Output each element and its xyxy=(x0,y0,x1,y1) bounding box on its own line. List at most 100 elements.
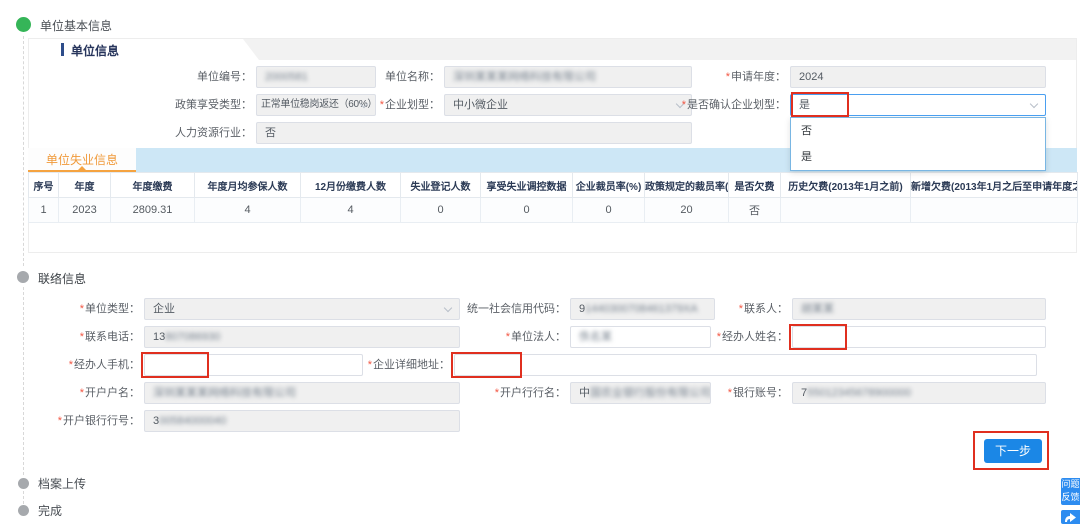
bank-no-masked-value: 00584000040 xyxy=(159,415,226,427)
contact-phone-prefix: 13 xyxy=(153,331,165,343)
table-header-row: 序号 年度 年度缴费 年度月均参保人数 12月份缴费人数 失业登记人数 享受失业… xyxy=(29,173,1078,198)
cell-registered-unemployed: 0 xyxy=(401,198,481,223)
col-layoff-rate: 企业裁员率(%) xyxy=(573,173,645,198)
step-label-file-upload: 档案上传 xyxy=(38,477,86,491)
step-bullet-active-icon xyxy=(16,17,31,32)
contact-person-field: 胡某某 xyxy=(792,298,1046,320)
cell-regulation-data: 0 xyxy=(481,198,573,223)
required-asterisk: * xyxy=(80,303,84,315)
timeline-connector xyxy=(23,36,24,266)
step-bullet-upload-icon xyxy=(18,478,29,489)
bank-no-field: 300584000040 xyxy=(144,410,460,432)
required-asterisk: * xyxy=(58,415,62,427)
bank-name-field: 中国农业银行股份有限公司深圳某支行 xyxy=(570,382,711,404)
tab-unit-info-label: 单位信息 xyxy=(71,42,119,59)
legal-person-label: *单位法人： xyxy=(470,326,566,348)
unemployment-table: 序号 年度 年度缴费 年度月均参保人数 12月份缴费人数 失业登记人数 享受失业… xyxy=(28,172,1078,223)
contact-phone-label: *联系电话： xyxy=(20,326,140,348)
unit-name-masked-value: 深圳某某某网络科技有限公司 xyxy=(453,71,596,83)
required-asterisk: * xyxy=(495,387,499,399)
account-name-label: *开户户名： xyxy=(20,382,140,404)
bank-account-masked-value: 55012345678900000 xyxy=(807,387,911,399)
policy-type-label: 政策享受类型： xyxy=(120,94,252,116)
step-bullet-done-icon xyxy=(18,505,29,516)
col-december-payers: 12月份缴费人数 xyxy=(301,173,401,198)
required-asterisk: * xyxy=(682,99,686,111)
chevron-down-icon xyxy=(1030,100,1038,108)
tab-unit-info[interactable]: 单位信息 xyxy=(29,39,259,60)
required-asterisk: * xyxy=(80,331,84,343)
address-input[interactable] xyxy=(454,354,1037,376)
unit-type-select: 企业 xyxy=(144,298,460,320)
col-avg-insured: 年度月均参保人数 xyxy=(195,173,301,198)
apply-year-field: 2024 xyxy=(790,66,1046,88)
credit-code-masked-value: 1440300708461379XA xyxy=(585,303,698,315)
col-index: 序号 xyxy=(29,173,59,198)
required-asterisk: * xyxy=(368,359,372,371)
contact-person-label: *联系人： xyxy=(692,298,788,320)
col-annual-payment: 年度缴费 xyxy=(111,173,195,198)
apply-year-label: *申请年度： xyxy=(690,66,786,88)
confirm-scale-select[interactable]: 是 xyxy=(790,94,1046,116)
enterprise-scale-label: *企业划型： xyxy=(344,94,440,116)
bank-name-prefix: 中 xyxy=(579,387,590,399)
contact-phone-masked-value: 807086930 xyxy=(165,331,220,343)
hr-industry-field: 否 xyxy=(256,122,692,144)
required-asterisk: * xyxy=(380,99,384,111)
unit-code-masked-value: 2000581 xyxy=(265,71,308,83)
required-asterisk: * xyxy=(726,71,730,83)
tab-accent-bar xyxy=(61,43,64,56)
bank-name-label: *开户行行名： xyxy=(458,382,566,404)
legal-person-masked-value: 佚名某 xyxy=(579,331,612,343)
cell-annual-payment: 2809.31 xyxy=(111,198,195,223)
table-row: 1 2023 2809.31 4 4 0 0 0 20 否 xyxy=(29,198,1078,223)
enterprise-scale-select: 中小微企业 xyxy=(444,94,692,116)
cell-december-payers: 4 xyxy=(301,198,401,223)
cell-layoff-rate: 0 xyxy=(573,198,645,223)
agent-name-input[interactable] xyxy=(792,326,1046,348)
cell-historic-arrears xyxy=(781,198,911,223)
bank-account-field: 755012345678900000 xyxy=(792,382,1046,404)
step-label-complete: 完成 xyxy=(38,504,62,518)
cell-arrears: 否 xyxy=(729,198,781,223)
bank-account-label: *银行账号： xyxy=(692,382,788,404)
feedback-line2: 反馈 xyxy=(1061,491,1080,504)
contact-section-title: 联络信息 xyxy=(38,270,86,287)
cell-year: 2023 xyxy=(59,198,111,223)
col-policy-layoff-rate: 政策规定的裁员率(%) xyxy=(645,173,729,198)
cell-avg-insured: 4 xyxy=(195,198,301,223)
col-regulation-data: 享受失业调控数据 xyxy=(481,173,573,198)
step-label-unit-basic-info: 单位基本信息 xyxy=(40,19,112,33)
feedback-line1: 问题 xyxy=(1061,478,1080,491)
next-step-button[interactable]: 下一步 xyxy=(984,439,1042,463)
agent-phone-label: *经办人手机： xyxy=(20,354,140,376)
credit-code-label: 统一社会信用代码： xyxy=(430,298,566,320)
col-arrears: 是否欠费 xyxy=(729,173,781,198)
required-asterisk: * xyxy=(717,331,721,343)
cell-new-arrears xyxy=(911,198,1078,223)
timeline-connector xyxy=(23,491,24,504)
contact-phone-field: 13807086930 xyxy=(144,326,460,348)
cell-policy-layoff-rate: 20 xyxy=(645,198,729,223)
hr-industry-label: 人力资源行业： xyxy=(120,122,252,144)
address-label: *企业详细地址： xyxy=(342,354,450,376)
dropdown-option-no[interactable]: 否 xyxy=(791,118,1045,144)
dropdown-option-yes[interactable]: 是 xyxy=(791,144,1045,170)
unit-code-label: 单位编号： xyxy=(120,66,252,88)
confirm-scale-label: *是否确认企业划型： xyxy=(670,94,786,116)
required-asterisk: * xyxy=(80,387,84,399)
arrow-icon xyxy=(1064,512,1077,523)
back-to-top-button[interactable] xyxy=(1061,510,1080,524)
unit-name-field: 深圳某某某网络科技有限公司 xyxy=(444,66,692,88)
unit-name-label: 单位名称： xyxy=(320,66,440,88)
agent-phone-input[interactable] xyxy=(144,354,363,376)
tab-caret-icon xyxy=(78,166,86,170)
required-asterisk: * xyxy=(728,387,732,399)
contact-person-masked-value: 胡某某 xyxy=(801,303,834,315)
agent-name-label: *经办人姓名： xyxy=(680,326,788,348)
col-year: 年度 xyxy=(59,173,111,198)
col-registered-unemployed: 失业登记人数 xyxy=(401,173,481,198)
bank-no-label: *开户银行行号： xyxy=(20,410,140,432)
account-name-field: 深圳某某某网络科技有限公司 xyxy=(144,382,460,404)
feedback-button[interactable]: 问题 反馈 xyxy=(1061,478,1080,505)
